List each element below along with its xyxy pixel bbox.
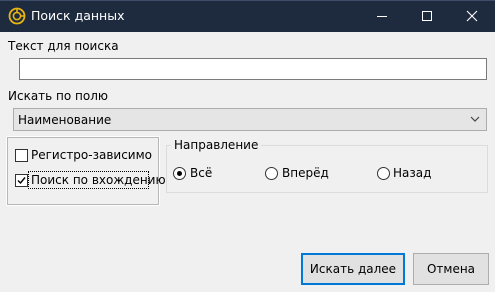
cancel-button[interactable]: Отмена [413,253,489,285]
close-button[interactable] [450,0,495,32]
minimize-button[interactable] [360,0,405,32]
window-title: Поиск данных [31,8,125,23]
maximize-button[interactable] [405,0,450,32]
chevron-down-icon [470,116,480,122]
direction-title: Направление [171,138,262,152]
case-sensitive-checkbox[interactable] [15,149,28,162]
search-label: Текст для поиска [8,39,119,53]
search-input[interactable] [19,58,487,80]
partial-match-checkbox[interactable] [15,174,28,187]
direction-all-radio[interactable] [173,167,186,180]
app-logo-icon [8,7,26,25]
close-icon [466,10,478,22]
title-bar: Поиск данных [0,0,495,32]
case-sensitive-label[interactable]: Регистро-зависимо [31,148,152,162]
radio-selected-dot [177,171,182,176]
partial-match-label[interactable]: Поиск по вхождению [31,173,166,187]
direction-all-label[interactable]: Всё [190,166,212,180]
minimize-icon [377,16,387,17]
direction-back-label[interactable]: Назад [393,166,431,180]
field-label: Искать по полю [8,89,109,103]
field-select-value: Наименование [18,113,112,127]
direction-forward-label[interactable]: Вперёд [282,166,329,180]
find-next-button[interactable]: Искать далее [301,253,405,285]
direction-forward-radio[interactable] [265,167,278,180]
direction-back-radio[interactable] [377,167,390,180]
checkmark-icon [17,177,26,185]
field-select[interactable]: Наименование [13,108,487,131]
maximize-icon [422,11,432,21]
